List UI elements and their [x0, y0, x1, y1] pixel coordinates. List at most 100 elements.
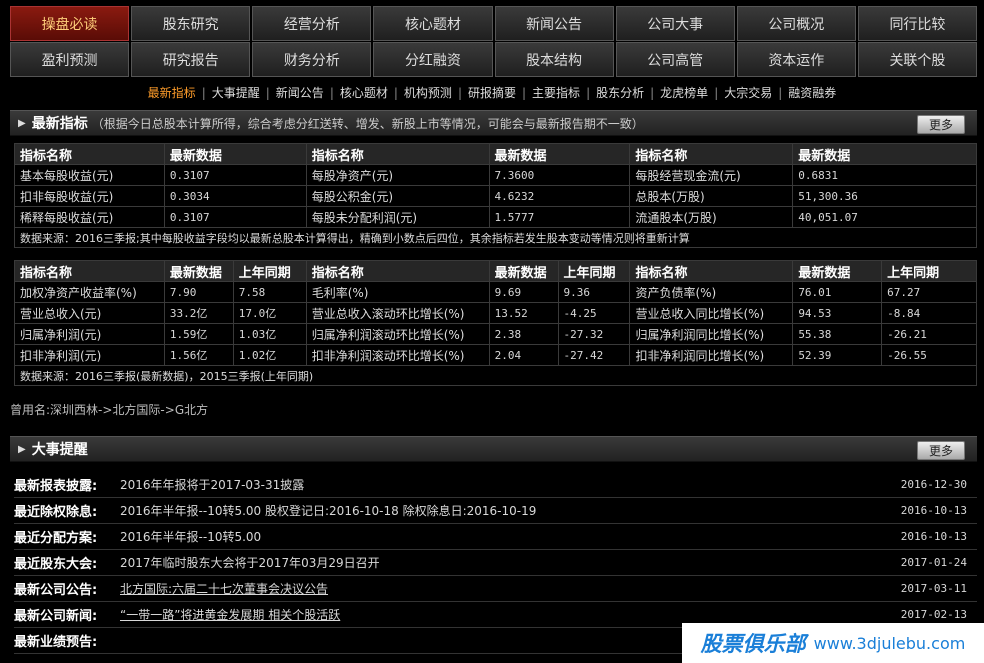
- nav-tab[interactable]: 股本结构: [494, 42, 614, 77]
- event-date: 2016-12-30: [900, 478, 967, 491]
- sub-link[interactable]: 龙虎榜单: [660, 86, 708, 100]
- sub-nav-links: 最新指标 | 大事提醒 | 新闻公告 | 核心题材 | 机构预测 | 研报摘要 | 主要指标 | 股东分析 |…: [0, 84, 984, 101]
- event-label: 最新业绩预告:: [14, 635, 98, 650]
- nav-tab[interactable]: 操盘必读: [10, 6, 130, 41]
- event-date: 2016-10-13: [900, 530, 967, 543]
- nav-tab[interactable]: 研究报告: [131, 42, 251, 77]
- indicator-name: 稀释每股收益(元): [14, 206, 165, 228]
- event-row: 最近除权除息: 2016年半年报--10转5.00 股权登记日:2016-10-1…: [14, 498, 977, 524]
- indicator-name: 扣非净利润(元): [14, 344, 165, 366]
- sub-link[interactable]: 主要指标: [532, 86, 580, 100]
- nav-tab[interactable]: 盈利预测: [10, 42, 130, 77]
- nav-tab[interactable]: 公司高管: [615, 42, 735, 77]
- separator: |: [522, 86, 527, 100]
- event-label: 最近股东大会:: [14, 557, 98, 572]
- nav-row-1: 操盘必读 股东研究 经营分析 核心题材 新闻公告 公司大事 公司概况 同行比较: [10, 6, 977, 41]
- latest-indicators-header: ▶ 最新指标 （根据今日总股本计算所得，综合考虑分红送转、增发、新股上市等情况，…: [10, 110, 977, 136]
- indicator-name: 归属净利润滚动环比增长(%): [305, 323, 490, 345]
- sub-link[interactable]: 机构预测: [404, 86, 452, 100]
- indicator-name: 基本每股收益(元): [14, 164, 165, 186]
- event-date: 2016-10-13: [900, 504, 967, 517]
- sub-link[interactable]: 大事提醒: [212, 86, 260, 100]
- sub-link[interactable]: 研报摘要: [468, 86, 516, 100]
- separator: |: [457, 86, 462, 100]
- separator: |: [329, 86, 334, 100]
- indicator-name: 归属净利润(元): [14, 323, 165, 345]
- indicator-value: 13.52: [488, 302, 559, 324]
- nav-tab[interactable]: 股东研究: [131, 6, 251, 41]
- nav-tab[interactable]: 公司大事: [615, 6, 735, 41]
- column-header: 上年同期: [232, 260, 307, 282]
- table-row: 扣非每股收益(元) 0.3034 每股公积金(元) 4.6232 总股本(万股) 51,3…: [14, 185, 977, 207]
- indicator-value: 1.56亿: [163, 344, 234, 366]
- indicator-value: 76.01: [792, 281, 883, 303]
- indicator-name: 营业总收入滚动环比增长(%): [305, 302, 490, 324]
- sub-link[interactable]: 最新指标: [148, 86, 196, 100]
- indicator-name: 扣非净利润滚动环比增长(%): [305, 344, 490, 366]
- indicator-value: 7.90: [163, 281, 234, 303]
- event-date: 2017-03-11: [900, 582, 967, 595]
- more-button[interactable]: 更多: [917, 441, 965, 460]
- nav-tab[interactable]: 同行比较: [857, 6, 977, 41]
- sub-link[interactable]: 融资融券: [788, 86, 836, 100]
- indicator-value: 1.5777: [488, 206, 631, 228]
- sub-link[interactable]: 大宗交易: [724, 86, 772, 100]
- top-nav: 操盘必读 股东研究 经营分析 核心题材 新闻公告 公司大事 公司概况 同行比较 盈利预测 研究报…: [10, 6, 977, 78]
- former-names: 曾用名:深圳西林->北方国际->G北方: [10, 403, 209, 417]
- indicator-value: 9.69: [488, 281, 559, 303]
- indicator-name: 流通股本(万股): [629, 206, 794, 228]
- table-header-row: 指标名称 最新数据 上年同期 指标名称 最新数据 上年同期 指标名称 最新数据 上年同期: [14, 260, 977, 282]
- column-header: 最新数据: [163, 143, 307, 165]
- indicator-value: 2.38: [488, 323, 559, 345]
- indicator-value: 7.58: [232, 281, 307, 303]
- indicator-value: 40,051.07: [792, 206, 977, 228]
- column-header: 上年同期: [557, 260, 631, 282]
- nav-tab[interactable]: 核心题材: [373, 6, 493, 41]
- expand-triangle-icon[interactable]: ▶: [18, 118, 26, 129]
- separator: |: [265, 86, 270, 100]
- indicator-value: 1.02亿: [232, 344, 307, 366]
- nav-tab[interactable]: 关联个股: [857, 42, 977, 77]
- indicator-value: 0.3107: [163, 206, 307, 228]
- sub-link[interactable]: 核心题材: [340, 86, 388, 100]
- nav-tab[interactable]: 公司概况: [736, 6, 856, 41]
- indicator-value: -27.32: [557, 323, 631, 345]
- event-date: 2017-02-13: [900, 608, 967, 621]
- event-row: 最近分配方案: 2016年半年报--10转5.00 2016-10-13: [14, 524, 977, 550]
- nav-tab[interactable]: 经营分析: [252, 6, 372, 41]
- indicator-value: 51,300.36: [792, 185, 977, 207]
- nav-tab[interactable]: 新闻公告: [494, 6, 614, 41]
- more-button[interactable]: 更多: [917, 115, 965, 134]
- data-source-note: 数据来源：2016三季报(最新数据)，2015三季报(上年同期): [14, 365, 977, 386]
- data-source-note: 数据来源：2016三季报;其中每股收益字段均以最新总股本计算得出，精确到小数点后…: [14, 227, 977, 248]
- table-row: 归属净利润(元) 1.59亿 1.03亿 归属净利润滚动环比增长(%) 2.38 -27.…: [14, 323, 977, 345]
- column-header: 最新数据: [792, 143, 977, 165]
- indicator-value: 1.03亿: [232, 323, 307, 345]
- indicators-table-1: 指标名称 最新数据 指标名称 最新数据 指标名称 最新数据 基本每股收益(元) 0.3107 每…: [14, 143, 977, 248]
- nav-tab[interactable]: 资本运作: [736, 42, 856, 77]
- indicator-name: 加权净资产收益率(%): [14, 281, 165, 303]
- indicator-value: 17.0亿: [232, 302, 307, 324]
- event-text[interactable]: 北方国际:六届二十七次董事会决议公告: [120, 580, 887, 597]
- column-header: 最新数据: [792, 260, 883, 282]
- event-text[interactable]: “一带一路”将进黄金发展期 相关个股活跃: [120, 606, 887, 623]
- nav-tab[interactable]: 分红融资: [373, 42, 493, 77]
- table-header-row: 指标名称 最新数据 指标名称 最新数据 指标名称 最新数据: [14, 143, 977, 165]
- column-header: 指标名称: [305, 143, 490, 165]
- expand-triangle-icon[interactable]: ▶: [18, 444, 26, 455]
- indicator-value: 4.6232: [488, 185, 631, 207]
- sub-link[interactable]: 股东分析: [596, 86, 644, 100]
- column-header: 指标名称: [305, 260, 490, 282]
- indicator-value: 7.3600: [488, 164, 631, 186]
- indicator-value: 0.3107: [163, 164, 307, 186]
- indicator-value: -26.55: [881, 344, 977, 366]
- separator: |: [778, 86, 783, 100]
- indicator-value: 33.2亿: [163, 302, 234, 324]
- indicator-value: 52.39: [792, 344, 883, 366]
- indicator-value: 0.6831: [792, 164, 977, 186]
- table-row: 扣非净利润(元) 1.56亿 1.02亿 扣非净利润滚动环比增长(%) 2.04 -27.…: [14, 344, 977, 366]
- sub-link[interactable]: 新闻公告: [276, 86, 324, 100]
- table-footnote-row: 数据来源：2016三季报;其中每股收益字段均以最新总股本计算得出，精确到小数点后…: [14, 227, 977, 248]
- nav-tab[interactable]: 财务分析: [252, 42, 372, 77]
- section-note: （根据今日总股本计算所得，综合考虑分红送转、增发、新股上市等情况，可能会与最新报…: [91, 116, 644, 131]
